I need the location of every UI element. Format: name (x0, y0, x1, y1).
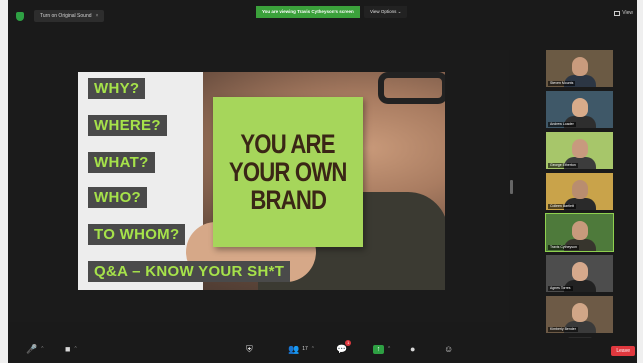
participant-head (572, 180, 588, 199)
share-screen-icon: ↑ (373, 344, 384, 354)
slide-question-to-whom: TO WHOM? (88, 224, 186, 245)
slide-left-panel (78, 72, 203, 290)
grid-view-label: View (622, 10, 633, 16)
screen-share-banner: You are viewing Travis Cytheyson's scree… (256, 6, 360, 18)
participants-icon: 👥 (288, 344, 300, 354)
top-bar: Turn on Original Sound × You are viewing… (8, 6, 637, 26)
sticky-line-1: YOU ARE (240, 129, 336, 159)
slide-question-what: WHAT? (88, 152, 155, 173)
security-shield-icon[interactable] (16, 12, 24, 21)
reactions-icon: ☺ (444, 344, 454, 354)
sticky-note: YOU ARE YOUR OWN BRAND (213, 97, 363, 247)
chevron-up-icon[interactable]: ⌃ (73, 343, 77, 355)
share-screen-button[interactable]: ↑ ⌃ (373, 343, 391, 355)
window-frame-left (0, 0, 8, 363)
participant-tile[interactable]: Travis Cytheyson (545, 213, 614, 252)
sticky-line-2: YOUR OWN (229, 157, 347, 187)
participants-count: 17 (302, 346, 308, 352)
gallery-view-button[interactable]: View (614, 10, 633, 16)
slide-question-why: WHY? (88, 78, 146, 99)
participant-head (572, 98, 588, 117)
video-camera-icon: ■ (65, 344, 71, 354)
view-options-button[interactable]: View Options ⌄ (364, 6, 408, 18)
chat-icon: 💬 1 (336, 340, 352, 355)
participant-tile[interactable]: Andrew Loader (546, 91, 613, 128)
participant-head (572, 139, 588, 158)
participant-tile[interactable]: Colleen Bartlett (546, 173, 613, 210)
close-icon[interactable]: × (96, 10, 99, 22)
video-button[interactable]: ■ ⌃ (65, 343, 78, 355)
chevron-up-icon[interactable]: ⌃ (387, 343, 391, 355)
reactions-button[interactable]: ☺ (444, 343, 453, 355)
participant-tile[interactable]: Agnes Torres (546, 255, 613, 292)
participant-tile[interactable]: Steven Mounts (546, 50, 613, 87)
slide-question-who: WHO? (88, 187, 148, 208)
participants-button[interactable]: 👥 17 ⌃ (288, 343, 315, 355)
meeting-toolbar: 🎤 ⌃ ■ ⌃ ⛨ 👥 17 ⌃ 💬 1 ↑ ⌃ ● ☺ Leave (8, 338, 637, 363)
participant-tile[interactable]: George Etherton (546, 132, 613, 169)
sticky-line-3: BRAND (250, 185, 327, 215)
chevron-up-icon[interactable]: ⌃ (311, 343, 315, 355)
chat-badge: 1 (345, 340, 352, 346)
participant-head (572, 262, 588, 281)
panel-resize-handle[interactable] (510, 180, 513, 194)
grid-icon (614, 10, 621, 16)
participant-name: Travis Cytheyson (548, 245, 579, 250)
mute-button[interactable]: 🎤 ⌃ (26, 343, 44, 355)
chat-button[interactable]: 💬 1 (336, 340, 352, 355)
slide-person-glasses (378, 72, 445, 104)
participant-head (572, 303, 588, 322)
participant-head (572, 221, 588, 240)
zoom-window: Turn on Original Sound × You are viewing… (0, 0, 643, 363)
participant-name: Agnes Torres (548, 286, 573, 291)
participant-name: George Etherton (548, 163, 578, 168)
microphone-icon: 🎤 (26, 344, 38, 354)
slide-question-qa: Q&A – KNOW YOUR SH*T (88, 261, 291, 282)
record-icon: ● (410, 344, 416, 354)
chevron-up-icon[interactable]: ⌃ (40, 343, 44, 355)
window-frame-right (637, 0, 643, 363)
slide-question-where: WHERE? (88, 115, 167, 136)
participant-tile[interactable]: Kimberly Bender (546, 296, 613, 333)
participant-name: Steven Mounts (548, 81, 576, 86)
record-button[interactable]: ● (410, 343, 415, 355)
shield-icon: ⛨ (246, 344, 253, 354)
security-button[interactable]: ⛨ (246, 343, 253, 355)
participant-name: Kimberly Bender (548, 327, 578, 332)
leave-button[interactable]: Leave (611, 346, 635, 356)
participant-thumbnails: Steven Mounts Andrew Loader George Etherto… (545, 50, 616, 347)
participant-head (572, 57, 588, 76)
shared-slide: WHY? WHERE? WHAT? WHO? TO WHOM? Q&A – KN… (78, 72, 445, 290)
original-sound-button[interactable]: Turn on Original Sound × (34, 10, 105, 22)
participant-name: Andrew Loader (548, 122, 576, 127)
original-sound-label: Turn on Original Sound (40, 13, 92, 19)
participant-name: Colleen Bartlett (548, 204, 576, 209)
